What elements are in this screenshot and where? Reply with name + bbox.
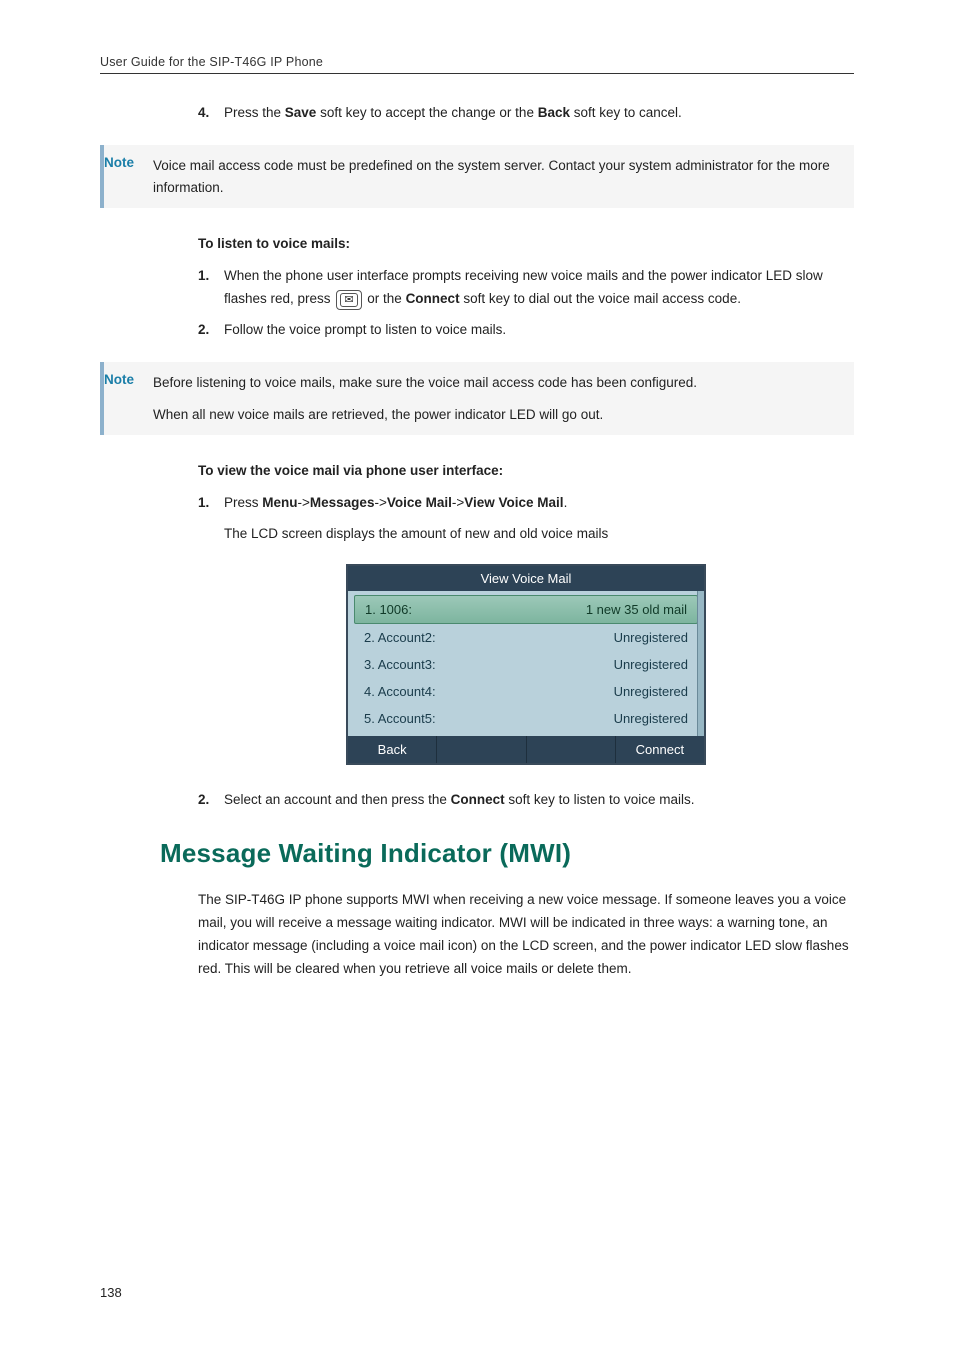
mwi-paragraph: The SIP-T46G IP phone supports MWI when … bbox=[198, 889, 854, 981]
menu-path-voicemail: Voice Mail bbox=[387, 495, 452, 510]
connect-softkey-name: Connect bbox=[406, 291, 460, 306]
connect-softkey-name: Connect bbox=[451, 792, 505, 807]
text-pre: Press the bbox=[224, 105, 285, 120]
lcd-row-label: 4. Account4: bbox=[364, 684, 436, 699]
lcd-account-row[interactable]: 4. Account4: Unregistered bbox=[354, 678, 698, 705]
lcd-row-status: Unregistered bbox=[614, 711, 688, 726]
back-softkey-name: Back bbox=[538, 105, 570, 120]
text-post: soft key to listen to voice mails. bbox=[505, 792, 695, 807]
page-number: 138 bbox=[100, 1285, 122, 1300]
text-mid: soft key to accept the change or the bbox=[316, 105, 537, 120]
listen-heading: To listen to voice mails: bbox=[198, 236, 854, 251]
softkey-empty: . bbox=[437, 736, 526, 763]
note-text-1: Before listening to voice mails, make su… bbox=[153, 372, 697, 394]
note-label: Note bbox=[104, 145, 149, 180]
note-text-2: When all new voice mails are retrieved, … bbox=[153, 404, 697, 426]
main-content: 4. Press the Save soft key to accept the… bbox=[198, 102, 854, 125]
lcd-scrollbar[interactable] bbox=[697, 591, 704, 736]
doc-header: User Guide for the SIP-T46G IP Phone bbox=[100, 55, 854, 69]
dot: . bbox=[564, 495, 568, 510]
lcd-account-row[interactable]: 5. Account5: Unregistered bbox=[354, 705, 698, 732]
lcd-row-label: 3. Account3: bbox=[364, 657, 436, 672]
step-text: Select an account and then press the Con… bbox=[224, 789, 854, 812]
listen-step-2: 2. Follow the voice prompt to listen to … bbox=[198, 319, 854, 342]
step-text: When the phone user interface prompts re… bbox=[224, 265, 854, 311]
lcd-frame: View Voice Mail 1. 1006: 1 new 35 old mai… bbox=[346, 564, 706, 765]
save-softkey-name: Save bbox=[285, 105, 317, 120]
text-pre: Press bbox=[224, 495, 262, 510]
arrow: -> bbox=[374, 495, 386, 510]
lcd-account-row[interactable]: 3. Account3: Unregistered bbox=[354, 651, 698, 678]
softkey-empty: . bbox=[527, 736, 616, 763]
lcd-row-status: Unregistered bbox=[614, 657, 688, 672]
view-heading: To view the voice mail via phone user in… bbox=[198, 463, 854, 478]
menu-path-view: View Voice Mail bbox=[464, 495, 563, 510]
text-post: soft key to dial out the voice mail acce… bbox=[460, 291, 741, 306]
text-pre: Select an account and then press the bbox=[224, 792, 451, 807]
menu-path-messages: Messages bbox=[310, 495, 375, 510]
view-step-2: 2. Select an account and then press the … bbox=[198, 789, 854, 812]
softkey-back[interactable]: Back bbox=[348, 736, 437, 763]
step-number: 4. bbox=[198, 102, 224, 125]
note-body: Before listening to voice mails, make su… bbox=[153, 362, 717, 435]
step-text: Press the Save soft key to accept the ch… bbox=[224, 102, 854, 125]
lcd-account-row[interactable]: 1. 1006: 1 new 35 old mail bbox=[354, 595, 698, 624]
text-post: soft key to cancel. bbox=[570, 105, 682, 120]
listen-step-1: 1. When the phone user interface prompts… bbox=[198, 265, 854, 311]
note-body: Voice mail access code must be predefine… bbox=[153, 145, 854, 208]
step-number: 2. bbox=[198, 789, 224, 812]
lcd-row-label: 1. 1006: bbox=[365, 602, 412, 617]
lcd-softkey-bar: Back . . Connect bbox=[348, 736, 704, 763]
view-step-1-after: The LCD screen displays the amount of ne… bbox=[224, 523, 854, 546]
envelope-icon: ✉ bbox=[340, 293, 357, 307]
text-mid: or the bbox=[364, 291, 406, 306]
note-box-1: Note Voice mail access code must be pred… bbox=[100, 145, 854, 208]
lcd-account-row[interactable]: 2. Account2: Unregistered bbox=[354, 624, 698, 651]
lcd-title: View Voice Mail bbox=[348, 566, 704, 591]
lcd-row-status: 1 new 35 old mail bbox=[586, 602, 687, 617]
view-step-1: 1. Press Menu->Messages->Voice Mail->Vie… bbox=[198, 492, 854, 515]
softkey-connect[interactable]: Connect bbox=[616, 736, 704, 763]
page: User Guide for the SIP-T46G IP Phone 4. … bbox=[0, 0, 954, 1350]
step-number: 1. bbox=[198, 492, 224, 515]
step-text: Follow the voice prompt to listen to voi… bbox=[224, 319, 854, 342]
step-number: 2. bbox=[198, 319, 224, 342]
menu-path-menu: Menu bbox=[262, 495, 297, 510]
note-text: Voice mail access code must be predefine… bbox=[153, 155, 834, 198]
lcd-row-label: 2. Account2: bbox=[364, 630, 436, 645]
arrow: -> bbox=[452, 495, 464, 510]
lcd-body-wrap: 1. 1006: 1 new 35 old mail 2. Account2: Unr… bbox=[348, 591, 704, 736]
header-rule bbox=[100, 73, 854, 74]
lcd-row-label: 5. Account5: bbox=[364, 711, 436, 726]
phone-lcd-screenshot: View Voice Mail 1. 1006: 1 new 35 old mai… bbox=[346, 564, 706, 765]
arrow: -> bbox=[298, 495, 310, 510]
step-number: 1. bbox=[198, 265, 224, 311]
lcd-row-status: Unregistered bbox=[614, 684, 688, 699]
step-text: Press Menu->Messages->Voice Mail->View V… bbox=[224, 492, 854, 515]
note-label: Note bbox=[104, 362, 149, 397]
section-title-mwi: Message Waiting Indicator (MWI) bbox=[160, 838, 854, 869]
note-box-2: Note Before listening to voice mails, ma… bbox=[100, 362, 854, 435]
step-4: 4. Press the Save soft key to accept the… bbox=[198, 102, 854, 125]
lcd-row-status: Unregistered bbox=[614, 630, 688, 645]
lcd-list: 1. 1006: 1 new 35 old mail 2. Account2: Unr… bbox=[348, 591, 704, 736]
message-button-icon: ✉ bbox=[336, 290, 361, 310]
